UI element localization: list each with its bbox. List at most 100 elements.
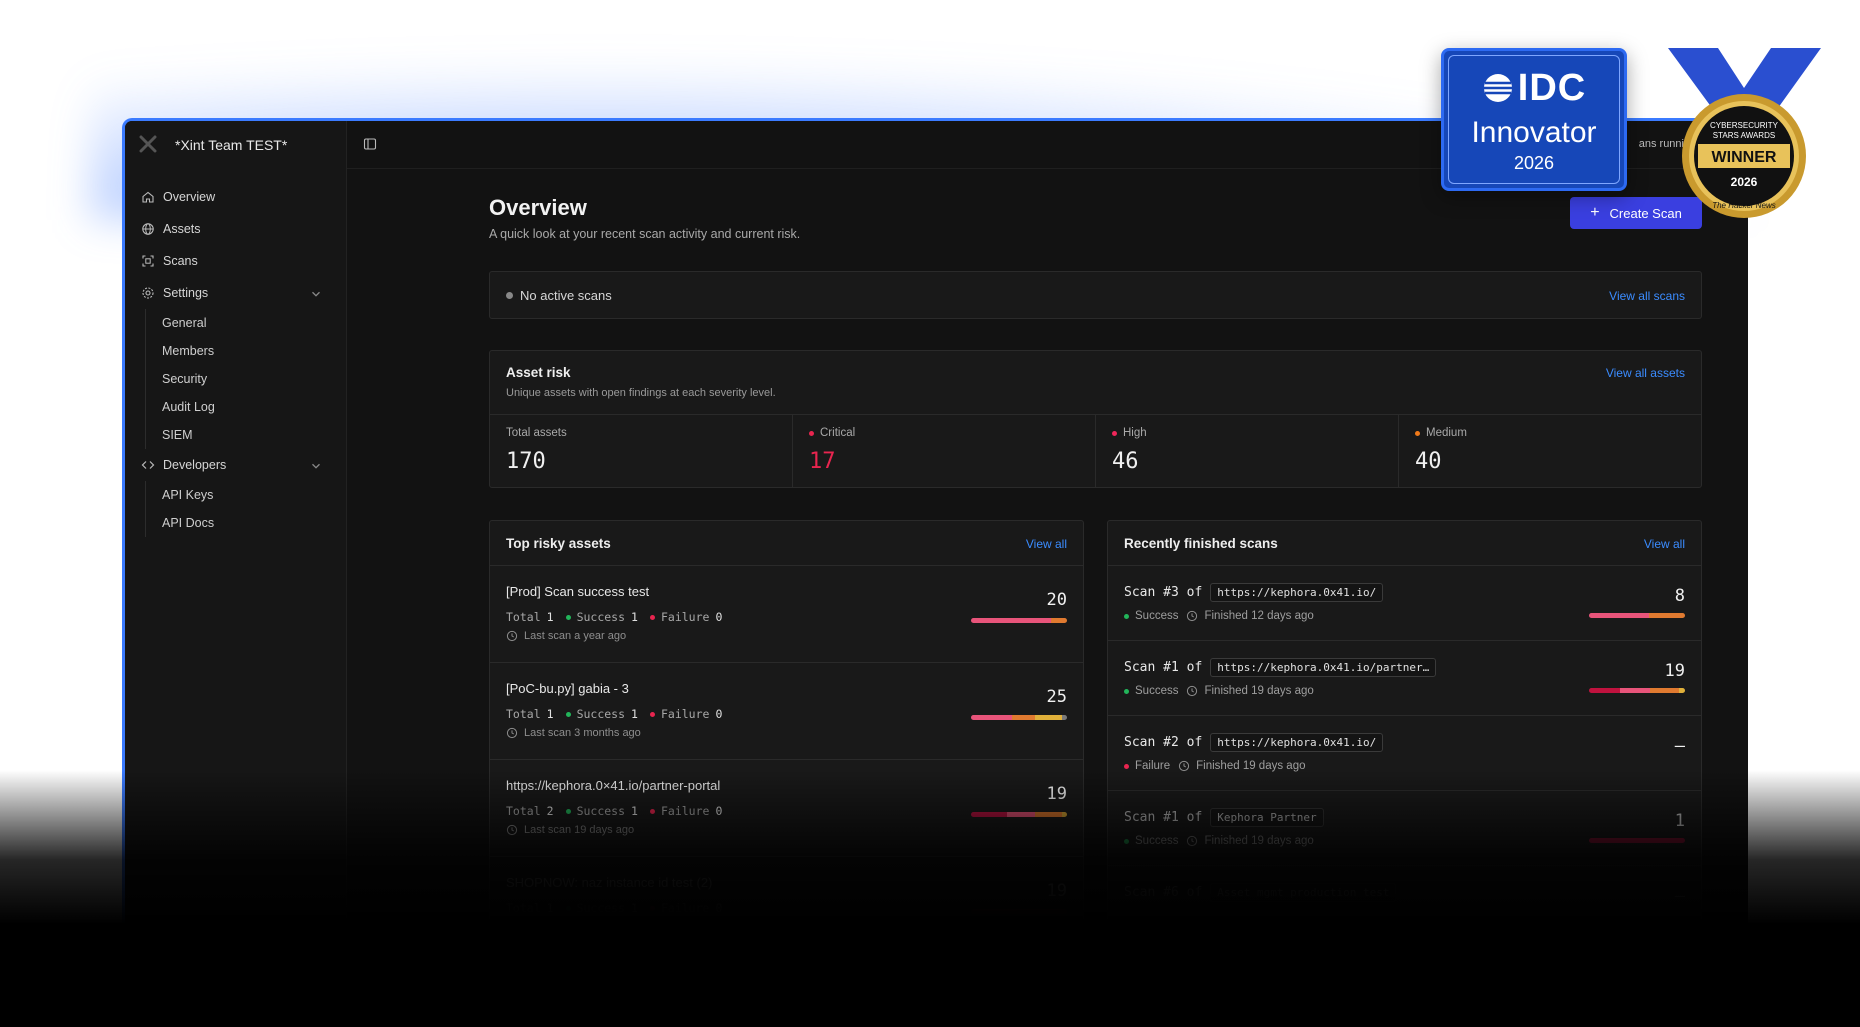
- findings-count: 19: [1664, 661, 1685, 681]
- panel-title: Top risky assets: [506, 536, 611, 551]
- status-dot: [1124, 688, 1129, 694]
- severity-segment: [1648, 613, 1685, 618]
- stat-medium: Medium 40: [1399, 415, 1701, 488]
- idc-logo: IDC: [1444, 67, 1624, 110]
- sidebar-item-label: Developers: [163, 458, 227, 472]
- severity-segment: [1650, 688, 1680, 693]
- severity-dot: [1112, 430, 1117, 436]
- panel-header: Recently finished scans View all: [1108, 521, 1701, 566]
- sidebar-toggle-icon[interactable]: [363, 137, 377, 151]
- stat-critical: Critical 17: [793, 415, 1096, 488]
- medal-mid-text: STARS AWARDS: [1713, 131, 1775, 140]
- clock-icon: [1187, 610, 1198, 622]
- idc-globe-icon: [1483, 74, 1512, 102]
- clock-icon: [506, 630, 518, 642]
- sidebar-item-general[interactable]: General: [146, 309, 347, 337]
- stat-value: 46: [1112, 449, 1139, 474]
- risky-asset-row[interactable]: [Prod] Scan success test Total 1 Success 1…: [490, 566, 1083, 663]
- asset-scan-counts: Total1 Success1 Failure0: [506, 707, 723, 721]
- chevron-down-icon[interactable]: [309, 459, 323, 473]
- sidebar-item-label: Overview: [163, 190, 216, 204]
- view-all-scans-link[interactable]: View all scans: [1609, 289, 1685, 303]
- findings-count: 25: [1046, 687, 1067, 707]
- scan-target-chip[interactable]: https://kephora.0x41.io/partner…: [1210, 658, 1437, 677]
- medal-year-text: 2026: [1731, 175, 1758, 189]
- scan-target-chip[interactable]: https://kephora.0x41.io/: [1210, 733, 1384, 752]
- scan-status-line: Success Finished 12 days ago: [1124, 610, 1314, 622]
- stat-label: Critical: [809, 427, 855, 439]
- severity-segment: [1050, 618, 1067, 623]
- clock-icon: [1187, 685, 1198, 697]
- active-scans-card: No active scans View all scans: [489, 271, 1702, 319]
- panel-header: Top risky assets View all: [490, 521, 1083, 566]
- sidebar-item-api-docs[interactable]: API Docs: [146, 509, 347, 537]
- severity-segment: [1679, 688, 1685, 693]
- success-dot: [565, 711, 571, 717]
- findings-count: 20: [1046, 590, 1067, 610]
- severity-bar: [971, 715, 1067, 720]
- severity-bar: [971, 618, 1067, 623]
- status-dot: [1124, 763, 1129, 769]
- severity-segment: [1619, 688, 1651, 693]
- stat-value: 40: [1415, 449, 1442, 474]
- active-scans-text: No active scans: [520, 288, 612, 303]
- developers-submenu: API Keys API Docs: [145, 481, 347, 537]
- asset-name: [PoC-bu.py] gabia - 3: [506, 681, 629, 696]
- stat-value: 17: [809, 449, 836, 474]
- workspace-switcher[interactable]: *Xint Team TEST*: [125, 121, 347, 169]
- severity-segment: [1035, 715, 1063, 720]
- idc-innovator-badge: IDC Innovator 2026: [1441, 48, 1627, 191]
- idc-title: Innovator: [1471, 116, 1597, 149]
- medal-winner-text: WINNER: [1712, 149, 1777, 166]
- scan-title: Scan #1 of https://kephora.0x41.io/partn…: [1124, 658, 1437, 677]
- severity-bar: [1589, 613, 1685, 618]
- winner-medal-badge: CYBERSECURITY STARS AWARDS WINNER 2026 T…: [1668, 48, 1821, 218]
- status-dot: [506, 292, 513, 299]
- findings-count: 8: [1674, 586, 1685, 606]
- sidebar-item-developers[interactable]: Developers: [125, 449, 347, 481]
- code-icon: [141, 461, 155, 469]
- scan-title: Scan #3 of https://kephora.0x41.io/: [1124, 583, 1384, 602]
- failure-dot: [649, 711, 655, 717]
- sidebar-nav: Overview Assets Scans Settings General M…: [125, 181, 347, 537]
- clock-icon: [506, 727, 518, 739]
- settings-submenu: General Members Security Audit Log SIEM: [145, 309, 347, 449]
- sidebar-item-assets[interactable]: Assets: [125, 213, 347, 245]
- sidebar-item-settings[interactable]: Settings: [125, 277, 347, 309]
- severity-segment: [1012, 715, 1036, 720]
- stat-total-assets: Total assets 170: [490, 415, 793, 488]
- sidebar-item-scans[interactable]: Scans: [125, 245, 347, 277]
- view-all-risky-link[interactable]: View all: [1026, 537, 1067, 551]
- sidebar-item-security[interactable]: Security: [146, 365, 347, 393]
- sidebar-item-api-keys[interactable]: API Keys: [146, 481, 347, 509]
- sidebar-item-overview[interactable]: Overview: [125, 181, 347, 213]
- sidebar-item-members[interactable]: Members: [146, 337, 347, 365]
- severity-segment: [1062, 715, 1067, 720]
- sidebar-item-siem[interactable]: SIEM: [146, 421, 347, 449]
- status-dot: [1124, 613, 1129, 619]
- scan-title: Scan #2 of https://kephora.0x41.io/: [1124, 733, 1384, 752]
- last-scan-time: Last scan a year ago: [506, 630, 626, 642]
- severity-dot: [809, 430, 814, 436]
- scan-target-chip[interactable]: https://kephora.0x41.io/: [1210, 583, 1384, 602]
- recent-scan-row[interactable]: Scan #1 of https://kephora.0x41.io/partn…: [1108, 641, 1701, 716]
- severity-segment: [1589, 613, 1649, 618]
- page-title: Overview: [489, 195, 587, 220]
- chevron-down-icon[interactable]: [309, 287, 323, 301]
- severity-segment: [971, 618, 1051, 623]
- sidebar-item-label: Scans: [163, 254, 198, 268]
- last-scan-time: Last scan 3 months ago: [506, 727, 641, 739]
- plus-icon: +: [1590, 204, 1600, 221]
- sidebar-item-audit-log[interactable]: Audit Log: [146, 393, 347, 421]
- gear-icon: [142, 287, 154, 299]
- view-all-recent-link[interactable]: View all: [1644, 537, 1685, 551]
- sidebar-item-label: Assets: [163, 222, 201, 236]
- recent-scan-row[interactable]: Scan #3 of https://kephora.0x41.io/ Succ…: [1108, 566, 1701, 641]
- asset-name: [Prod] Scan success test: [506, 584, 650, 599]
- overview-page: Overview A quick look at your recent sca…: [489, 195, 1702, 940]
- findings-count: –: [1674, 736, 1685, 756]
- failure-dot: [649, 614, 655, 620]
- risky-asset-row[interactable]: [PoC-bu.py] gabia - 3 Total 1 Success 1 Fa…: [490, 663, 1083, 760]
- view-all-assets-link[interactable]: View all assets: [1606, 366, 1685, 380]
- workspace-name: *Xint Team TEST*: [175, 137, 288, 153]
